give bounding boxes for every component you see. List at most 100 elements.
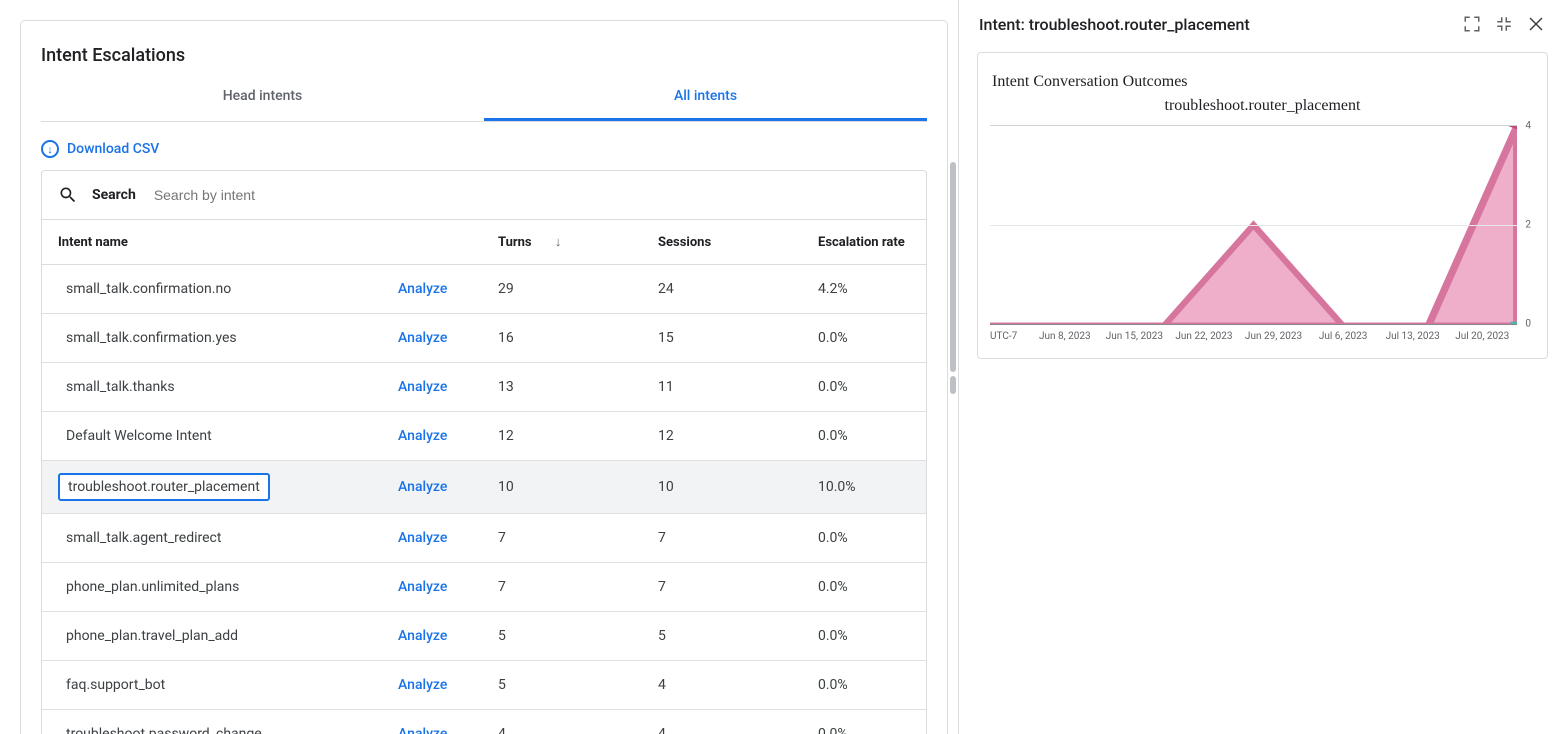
analyze-link[interactable]: Analyze <box>398 379 447 395</box>
sessions-cell: 12 <box>642 412 802 461</box>
sessions-cell: 7 <box>642 563 802 612</box>
detail-title: Intent: troubleshoot.router_placement <box>979 15 1450 34</box>
x-axis-tz-label: UTC-7 <box>990 331 1030 342</box>
detail-panel: Intent: troubleshoot.router_placement In… <box>958 0 1566 734</box>
table-row[interactable]: small_talk.agent_redirectAnalyze770.0% <box>42 514 926 563</box>
sessions-cell: 4 <box>642 661 802 710</box>
sessions-cell: 5 <box>642 612 802 661</box>
fullscreen-icon[interactable] <box>1462 14 1482 34</box>
col-escalation-rate[interactable]: Escalation rate <box>802 220 926 265</box>
rate-cell: 0.0% <box>802 412 926 461</box>
table-header-row: Intent name Turns ↓ Sessions Escalation … <box>42 220 926 265</box>
analyze-link[interactable]: Analyze <box>398 428 447 444</box>
intent-name: small_talk.confirmation.no <box>58 277 239 301</box>
tabs: Head intents All intents <box>41 74 927 122</box>
rate-cell: 0.0% <box>802 563 926 612</box>
table-row[interactable]: Default Welcome IntentAnalyze12120.0% <box>42 412 926 461</box>
search-input[interactable] <box>154 187 910 203</box>
x-tick-label: Jul 20, 2023 <box>1447 331 1517 342</box>
table-row[interactable]: phone_plan.unlimited_plansAnalyze770.0% <box>42 563 926 612</box>
chart-heading: Intent Conversation Outcomes <box>990 73 1535 91</box>
rate-cell: 0.0% <box>802 612 926 661</box>
y-tick-label: 2 <box>1525 220 1531 231</box>
turns-cell: 4 <box>482 710 642 734</box>
intent-name: phone_plan.unlimited_plans <box>58 575 247 599</box>
y-tick-label: 0 <box>1525 319 1531 330</box>
turns-cell: 12 <box>482 412 642 461</box>
sessions-cell: 11 <box>642 363 802 412</box>
turns-cell: 5 <box>482 612 642 661</box>
analyze-link[interactable]: Analyze <box>398 726 447 734</box>
sessions-cell: 15 <box>642 314 802 363</box>
rate-cell: 0.0% <box>802 314 926 363</box>
table-row[interactable]: phone_plan.travel_plan_addAnalyze550.0% <box>42 612 926 661</box>
turns-cell: 7 <box>482 514 642 563</box>
search-label: Search <box>92 187 136 203</box>
card-title: Intent Escalations <box>21 21 947 74</box>
download-icon: ↓ <box>41 140 59 158</box>
rate-cell: 0.0% <box>802 661 926 710</box>
intent-table: Search Intent name Turns ↓ Sessions Esca… <box>41 170 927 734</box>
intent-name: small_talk.confirmation.yes <box>58 326 245 350</box>
turns-cell: 10 <box>482 461 642 514</box>
table-row[interactable]: troubleshoot.password_changeAnalyze440.0… <box>42 710 926 734</box>
download-csv-link[interactable]: Download CSV <box>67 141 159 157</box>
rate-cell: 0.0% <box>802 514 926 563</box>
turns-cell: 16 <box>482 314 642 363</box>
intent-name: phone_plan.travel_plan_add <box>58 624 246 648</box>
analyze-link[interactable]: Analyze <box>398 281 447 297</box>
sessions-cell: 10 <box>642 461 802 514</box>
intent-name: faq.support_bot <box>58 673 173 697</box>
chart-plot: 024 <box>990 125 1535 325</box>
rate-cell: 0.0% <box>802 363 926 412</box>
rate-cell: 4.2% <box>802 265 926 314</box>
baseline-marker <box>1511 322 1517 324</box>
chart-card: Intent Conversation Outcomes troubleshoo… <box>977 52 1548 359</box>
turns-cell: 5 <box>482 661 642 710</box>
intent-name: Default Welcome Intent <box>58 424 220 448</box>
analyze-link[interactable]: Analyze <box>398 530 447 546</box>
scrollbar-track[interactable] <box>950 162 956 372</box>
analyze-link[interactable]: Analyze <box>398 330 447 346</box>
table-row[interactable]: small_talk.thanks Analyze 13110.0% <box>42 363 926 412</box>
intent-name: small_talk.thanks <box>58 375 183 399</box>
chart-subtitle: troubleshoot.router_placement <box>990 97 1535 115</box>
turns-cell: 29 <box>482 265 642 314</box>
col-turns[interactable]: Turns ↓ <box>482 220 642 265</box>
col-intent-name[interactable]: Intent name <box>42 220 382 265</box>
table-row[interactable]: small_talk.confirmation.yes Analyze 16150.… <box>42 314 926 363</box>
x-tick-label: Jun 15, 2023 <box>1100 331 1170 342</box>
table-row[interactable]: troubleshoot.router_placementAnalyze1010… <box>42 461 926 514</box>
turns-cell: 7 <box>482 563 642 612</box>
exit-fullscreen-icon[interactable] <box>1494 14 1514 34</box>
analyze-link[interactable]: Analyze <box>398 677 447 693</box>
table-row[interactable]: small_talk.confirmation.no Analyze 29244.2… <box>42 265 926 314</box>
x-tick-label: Jun 8, 2023 <box>1030 331 1100 342</box>
analyze-link[interactable]: Analyze <box>398 479 447 495</box>
intent-name: troubleshoot.password_change <box>58 722 270 734</box>
turns-cell: 13 <box>482 363 642 412</box>
y-tick-label: 4 <box>1525 121 1531 132</box>
analyze-link[interactable]: Analyze <box>398 579 447 595</box>
analyze-link[interactable]: Analyze <box>398 628 447 644</box>
tab-all-intents[interactable]: All intents <box>484 74 927 121</box>
search-icon <box>58 185 78 205</box>
tab-head-intents[interactable]: Head intents <box>41 74 484 121</box>
rate-cell: 0.0% <box>802 710 926 734</box>
x-tick-label: Jun 22, 2023 <box>1169 331 1239 342</box>
sessions-cell: 4 <box>642 710 802 734</box>
col-sessions[interactable]: Sessions <box>642 220 802 265</box>
sort-desc-icon: ↓ <box>555 235 562 250</box>
intent-name: small_talk.agent_redirect <box>58 526 229 550</box>
close-icon[interactable] <box>1526 14 1546 34</box>
table-row[interactable]: faq.support_bot Analyze 540.0% <box>42 661 926 710</box>
scrollbar-handle[interactable] <box>950 376 956 394</box>
sessions-cell: 7 <box>642 514 802 563</box>
x-tick-label: Jul 13, 2023 <box>1378 331 1448 342</box>
x-tick-label: Jun 29, 2023 <box>1239 331 1309 342</box>
intent-escalations-card: Intent Escalations Head intents All inte… <box>20 20 948 734</box>
sessions-cell: 24 <box>642 265 802 314</box>
rate-cell: 10.0% <box>802 461 926 514</box>
x-tick-label: Jul 6, 2023 <box>1308 331 1378 342</box>
intent-name: troubleshoot.router_placement <box>58 473 270 501</box>
